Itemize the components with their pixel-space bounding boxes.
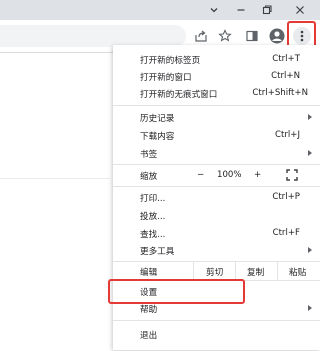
shortcut-label: Ctrl+F — [272, 228, 300, 238]
shortcut-label: Ctrl+N — [271, 71, 300, 81]
menu-divider — [113, 164, 320, 165]
zoom-out-button[interactable]: − — [197, 170, 204, 180]
shortcut-label: Ctrl+Shift+N — [252, 88, 308, 98]
menu-item-zoom: 缩放 − 100% + — [113, 166, 320, 184]
star-icon[interactable] — [216, 27, 234, 45]
menu-item-edit: 编辑 剪切 复制 粘贴 — [113, 262, 320, 280]
copy-button[interactable]: 复制 — [235, 262, 278, 280]
menu-item-label: 历史记录 — [140, 114, 175, 124]
share-icon[interactable] — [192, 27, 210, 45]
chevron-down-icon[interactable] — [206, 2, 222, 18]
menu-item-label: 打开新的标签页 — [140, 56, 201, 66]
restore-icon[interactable] — [259, 2, 275, 18]
menu-item-exit[interactable]: 退出 — [113, 325, 320, 343]
menu-item-label: 编辑 — [140, 268, 158, 278]
shortcut-label: Ctrl+T — [272, 54, 300, 64]
more-vert-icon[interactable] — [293, 27, 311, 45]
menu-item-print[interactable]: 打印... Ctrl+P — [113, 188, 320, 206]
zoom-in-button[interactable]: + — [254, 170, 261, 180]
shortcut-label: Ctrl+J — [274, 130, 300, 140]
menu-item-label: 帮助 — [140, 305, 158, 315]
menu-item-label: 设置 — [140, 288, 158, 298]
submenu-arrow-icon — [308, 150, 312, 156]
profile-icon[interactable] — [268, 27, 286, 45]
menu-divider — [113, 105, 320, 106]
address-bar[interactable] — [0, 25, 186, 47]
menu-item-label: 打开新的窗口 — [140, 73, 192, 83]
shortcut-label: Ctrl+P — [272, 192, 300, 202]
menu-item-bookmarks[interactable]: 书签 — [113, 144, 320, 162]
menu-item-label: 书签 — [140, 150, 158, 160]
menu-divider — [113, 186, 320, 187]
menu-item-find[interactable]: 查找... Ctrl+F — [113, 224, 320, 242]
menu-item-settings[interactable]: 设置 — [113, 281, 320, 301]
menu-item-label: 投放... — [140, 212, 166, 222]
menu-item-cast[interactable]: 投放... — [113, 206, 320, 224]
cut-button[interactable]: 剪切 — [193, 262, 236, 280]
title-bar — [0, 0, 320, 20]
menu-item-label: 退出 — [140, 331, 158, 341]
side-panel-icon[interactable] — [243, 27, 261, 45]
menu-item-label: 打印... — [140, 194, 166, 204]
chrome-main-menu: 打开新的标签页 Ctrl+T 打开新的窗口 Ctrl+N 打开新的无痕式窗口 C… — [113, 45, 320, 350]
menu-item-downloads[interactable]: 下载内容 Ctrl+J — [113, 126, 320, 144]
menu-item-help[interactable]: 帮助 — [113, 299, 320, 317]
paste-button[interactable]: 粘贴 — [277, 262, 320, 280]
submenu-arrow-icon — [308, 305, 312, 311]
copy-label: 复制 — [247, 268, 265, 278]
fullscreen-icon[interactable] — [286, 169, 298, 181]
close-icon[interactable] — [292, 2, 308, 18]
submenu-arrow-icon — [308, 114, 312, 120]
menu-item-new-incognito[interactable]: 打开新的无痕式窗口 Ctrl+Shift+N — [113, 84, 320, 102]
submenu-arrow-icon — [308, 247, 312, 253]
paste-label: 粘贴 — [289, 268, 307, 278]
minimize-icon[interactable] — [233, 2, 249, 18]
menu-item-new-window[interactable]: 打开新的窗口 Ctrl+N — [113, 67, 320, 85]
menu-item-more-tools[interactable]: 更多工具 — [113, 241, 320, 259]
menu-item-label: 缩放 — [140, 172, 158, 182]
menu-item-label: 更多工具 — [140, 247, 175, 257]
menu-divider — [113, 320, 320, 321]
menu-item-label: 查找... — [140, 230, 166, 240]
page-content-edge — [0, 178, 110, 351]
menu-item-new-tab[interactable]: 打开新的标签页 Ctrl+T — [113, 50, 320, 68]
menu-item-label: 打开新的无痕式窗口 — [140, 90, 218, 100]
zoom-level-value: 100% — [217, 170, 242, 180]
cut-label: 剪切 — [206, 268, 224, 278]
menu-item-label: 下载内容 — [140, 132, 175, 142]
menu-item-history[interactable]: 历史记录 — [113, 108, 320, 126]
